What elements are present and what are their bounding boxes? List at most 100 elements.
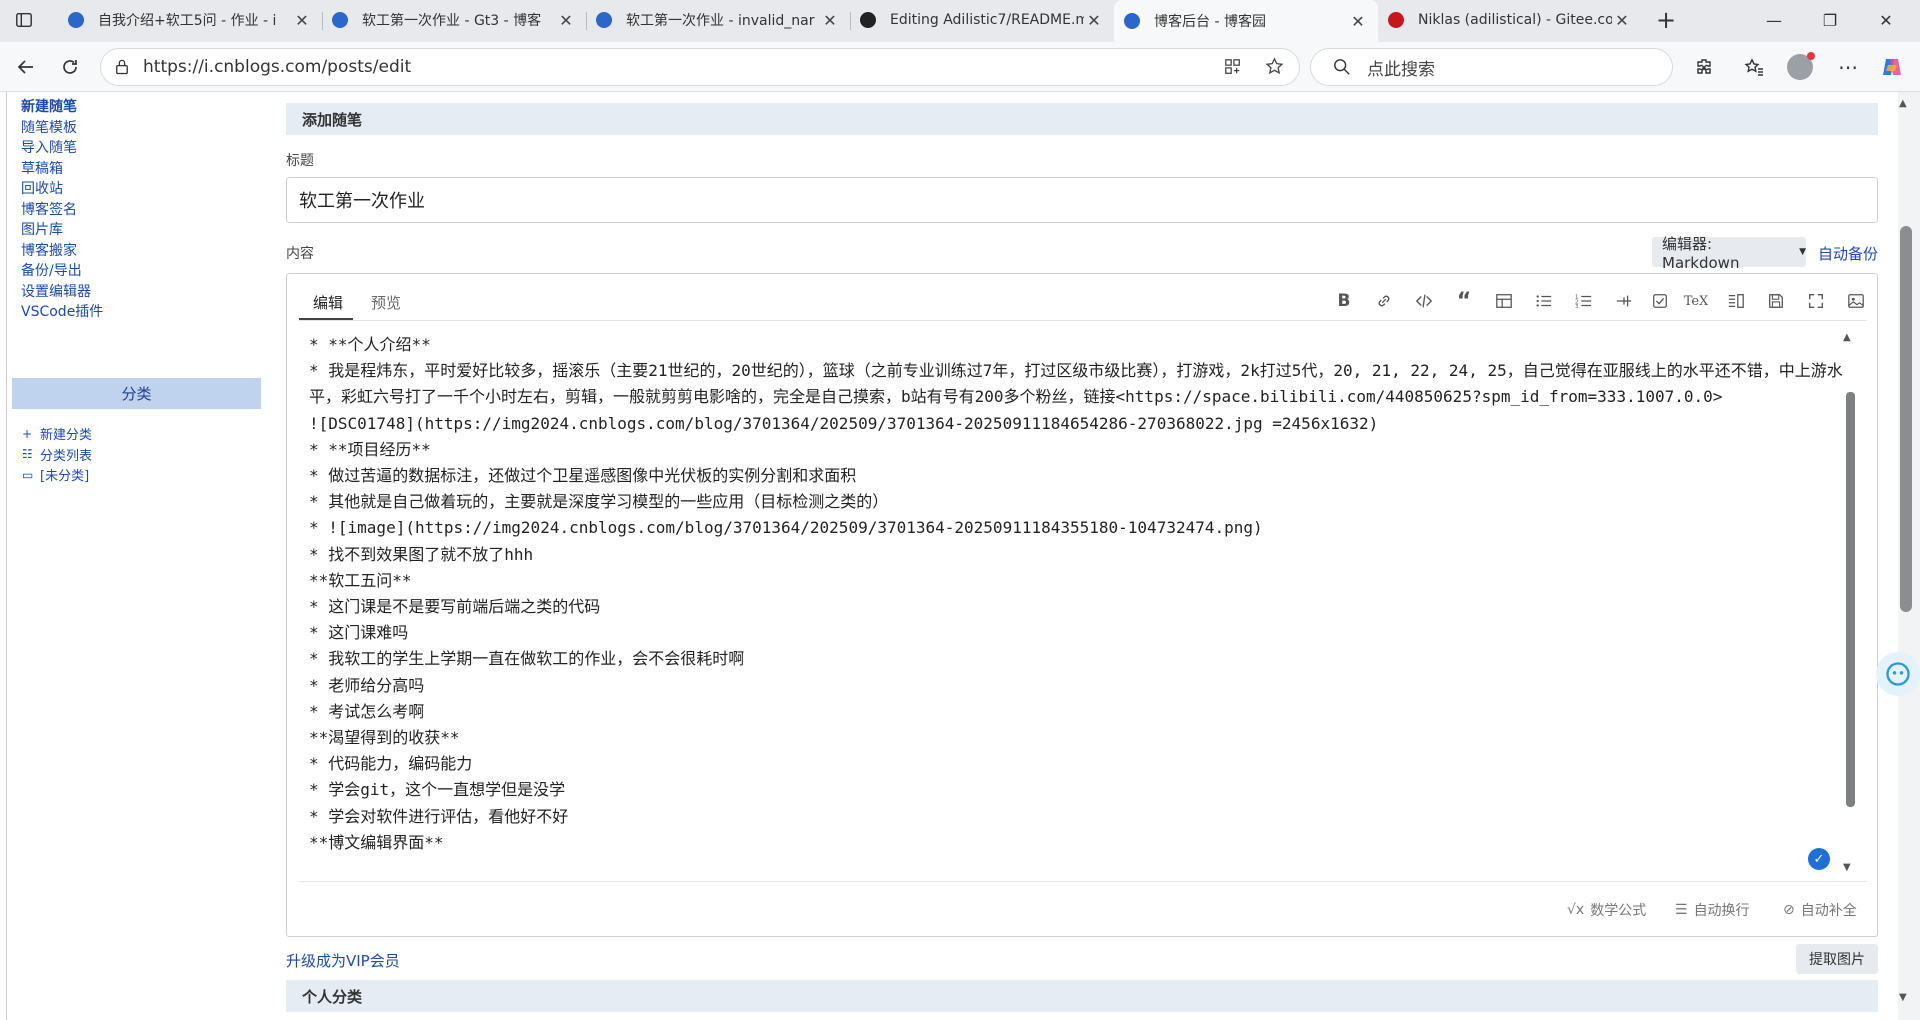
tab-close-icon[interactable]: ✕	[1348, 12, 1368, 31]
sidebar-item[interactable]: 博客签名	[21, 199, 77, 219]
fullscreen-icon[interactable]	[1803, 288, 1829, 314]
editor-scrollbar-thumb[interactable]	[1846, 392, 1855, 807]
vip-upgrade-link[interactable]: 升级成为VIP会员	[286, 950, 400, 971]
tab-title: Editing Adilistic7/README.m	[890, 12, 1084, 28]
browser-tab[interactable]: Editing Adilistic7/README.m ✕	[850, 0, 1114, 40]
split-view-icon[interactable]	[1723, 288, 1749, 314]
browser-tab[interactable]: 软工第一次作业 - invalid_nar ✕	[586, 0, 850, 40]
image-upload-icon[interactable]	[1843, 288, 1869, 314]
bold-icon[interactable]: B	[1331, 288, 1357, 314]
content-line: * 考试怎么考啊	[309, 701, 425, 721]
content-line: * 做过苦逼的数据标注，还做过个卫星遥感图像中光伏板的实例分割和求面积	[309, 466, 857, 486]
apps-icon[interactable]	[1224, 58, 1242, 80]
browser-tab[interactable]: Niklas (adilistical) - Gitee.cor ✕	[1378, 0, 1642, 40]
browser-tab[interactable]: 软工第一次作业 - Gt3 - 博客 ✕	[322, 0, 586, 40]
sidebar-item[interactable]: 回收站	[21, 178, 63, 198]
tab-close-icon[interactable]: ✕	[1612, 11, 1632, 30]
extensions-icon[interactable]	[1690, 53, 1718, 81]
favorites-icon[interactable]	[1740, 53, 1768, 81]
lock-icon	[115, 58, 129, 79]
page-scroll-down-icon[interactable]: ▼	[1899, 992, 1907, 1003]
tex-icon[interactable]: TeX	[1683, 288, 1709, 314]
markdown-content-area[interactable]: * **个人介绍** * 我是程炜东，平时爱好比较多，摇滚乐（主要21世纪的，20…	[309, 332, 1849, 882]
link-icon[interactable]	[1371, 288, 1397, 314]
category-link[interactable]: + 新建分类	[22, 424, 92, 444]
checkbox-icon[interactable]	[1647, 288, 1673, 314]
browser-tab[interactable]: 自我介绍+软工5问 - 作业 - i ✕	[58, 0, 322, 40]
content-line: * 学会git，这个一直想学但是没学	[309, 780, 566, 800]
content-line: ![DSC01748](https://img2024.cnblogs.com/…	[309, 413, 1379, 433]
editor-footer-toggle[interactable]: √x 数学公式	[1567, 900, 1646, 920]
category-link-label: [未分类]	[40, 469, 90, 484]
content-line: **博文编辑界面**	[309, 832, 444, 852]
profile-avatar[interactable]	[1786, 52, 1815, 81]
editor-footer-toggle[interactable]: ⊘ 自动补全	[1783, 900, 1857, 920]
url-bar[interactable]: https://i.cnblogs.com/posts/edit	[100, 48, 1300, 86]
tab-close-icon[interactable]: ✕	[820, 11, 840, 30]
editor-footer-toggle[interactable]: ☰ 自动换行	[1675, 900, 1750, 920]
new-tab-button[interactable]: +	[1652, 6, 1680, 34]
quote-icon[interactable]: “	[1451, 288, 1477, 314]
scroll-up-arrow-icon[interactable]: ▲	[1843, 332, 1851, 343]
tab-favicon-icon	[1388, 12, 1404, 28]
markdown-editor: 编辑 预览 B “ 123 TeX * **个人介绍** * 我是程炜东，平时爱…	[286, 273, 1878, 937]
sidebar-item[interactable]: 导入随笔	[21, 137, 77, 157]
sidebar-item[interactable]: 新建随笔	[21, 96, 77, 116]
tab-preview[interactable]: 预览	[371, 292, 401, 313]
category-link[interactable]: ▭ [未分类]	[22, 465, 90, 485]
sidebar-item[interactable]: 随笔模板	[21, 117, 77, 137]
tab-favicon-icon	[1124, 13, 1140, 29]
tab-close-icon[interactable]: ✕	[556, 11, 576, 30]
favorite-star-icon[interactable]	[1265, 57, 1284, 80]
title-input[interactable]: 软工第一次作业	[286, 177, 1878, 223]
chat-assistant-icon[interactable]	[1876, 652, 1920, 696]
list-icon: ☷	[22, 447, 33, 461]
content-line: **软工五问**	[309, 570, 412, 590]
extract-images-button[interactable]: 提取图片	[1796, 944, 1878, 974]
url-text: https://i.cnblogs.com/posts/edit	[143, 57, 412, 77]
reload-button[interactable]	[54, 51, 86, 83]
table-icon[interactable]	[1491, 288, 1517, 314]
page-scroll-up-icon[interactable]: ▲	[1899, 98, 1907, 109]
back-button[interactable]	[10, 51, 42, 83]
content-line: * 我是程炜东，平时爱好比较多，摇滚乐（主要21世纪的，20世纪的），篮球（之前…	[309, 361, 1843, 407]
content-line: * 其他就是自己做着玩的，主要就是深度学习模型的一些应用（目标检测之类的）	[309, 492, 889, 512]
sidebar-item[interactable]: 草稿箱	[21, 158, 63, 178]
code-icon[interactable]	[1411, 288, 1437, 314]
search-box[interactable]: 点此搜索	[1310, 48, 1673, 86]
tab-close-icon[interactable]: ✕	[1084, 11, 1104, 30]
browser-tab[interactable]: 博客后台 - 博客园 ✕	[1114, 0, 1378, 42]
footer-toggle-label: 自动补全	[1800, 903, 1857, 919]
scroll-down-arrow-icon[interactable]: ▼	[1843, 862, 1851, 873]
tab-edit[interactable]: 编辑	[313, 292, 343, 313]
copilot-icon[interactable]	[1878, 53, 1906, 81]
tab-favicon-icon	[332, 12, 348, 28]
save-icon[interactable]	[1763, 288, 1789, 314]
maximize-button[interactable]: ❐	[1802, 0, 1858, 40]
folder-icon: ▭	[22, 467, 34, 482]
category-link[interactable]: ☷ 分类列表	[22, 445, 92, 464]
sidebar-item[interactable]: 备份/导出	[21, 260, 82, 280]
numbered-list-icon[interactable]: 123	[1571, 288, 1597, 314]
sidebar-item[interactable]: VSCode插件	[21, 301, 103, 321]
close-window-button[interactable]: ✕	[1858, 0, 1914, 40]
tab-close-icon[interactable]: ✕	[292, 11, 312, 30]
editor-type-select[interactable]: 编辑器: Markdown ▼	[1652, 235, 1806, 272]
bullet-list-icon[interactable]	[1531, 288, 1557, 314]
tab-actions-icon[interactable]	[10, 6, 38, 34]
content-line: * 学会对软件进行评估，看他好不好	[309, 806, 569, 826]
page-scrollbar-thumb[interactable]	[1900, 226, 1912, 612]
content-line: * 我软工的学生上学期一直在做软工的作业，会不会很耗时啊	[309, 649, 745, 669]
indent-icon[interactable]	[1611, 288, 1637, 314]
search-placeholder: 点此搜索	[1367, 59, 1435, 80]
sidebar-item[interactable]: 图片库	[21, 219, 63, 239]
tab-title: 自我介绍+软工5问 - 作业 - i	[98, 13, 277, 29]
tab-separator	[850, 12, 851, 30]
sidebar-item[interactable]: 博客搬家	[21, 240, 77, 260]
content-line: * **个人介绍**	[309, 335, 431, 354]
sidebar-item[interactable]: 设置编辑器	[21, 281, 91, 301]
more-menu-icon[interactable]: ⋯	[1834, 53, 1862, 81]
minimize-button[interactable]: —	[1746, 0, 1802, 40]
auto-backup-link[interactable]: 自动备份	[1818, 243, 1878, 264]
toolbar-divider	[299, 320, 1867, 321]
